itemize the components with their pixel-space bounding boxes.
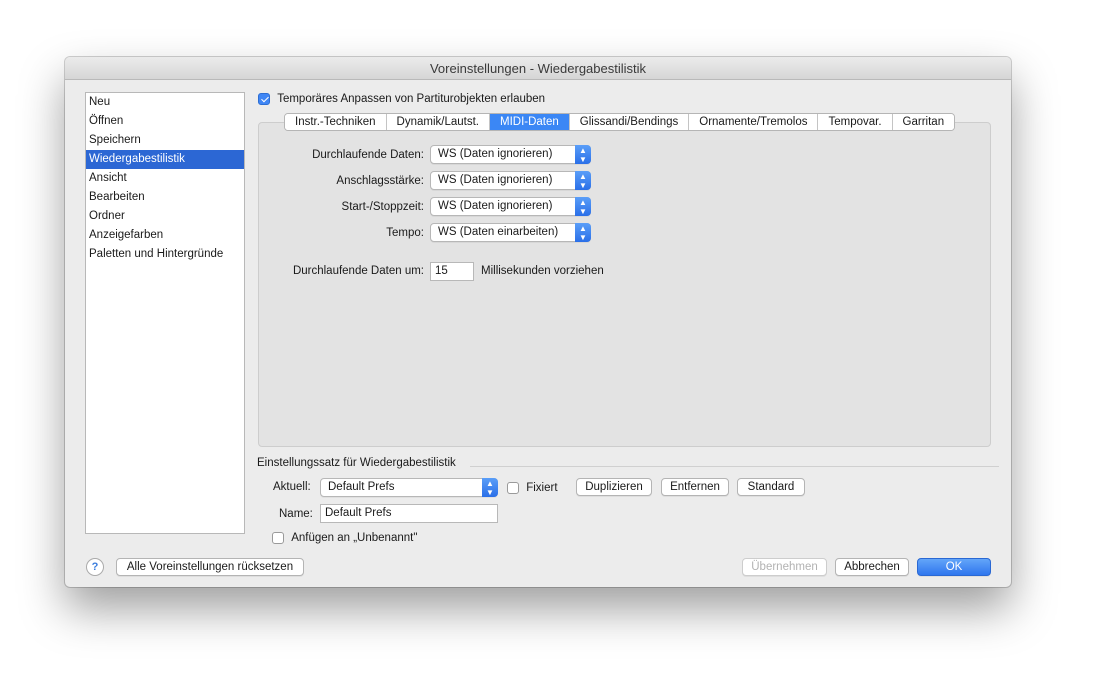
sidebar-item-speichern[interactable]: Speichern	[86, 131, 244, 150]
append-row[interactable]: Anfügen an „Unbenannt"	[272, 530, 417, 546]
tab-tempovar[interactable]: Tempovar.	[818, 114, 893, 130]
append-label: Anfügen an „Unbenannt"	[291, 532, 418, 544]
reset-all-button[interactable]: Alle Voreinstellungen rücksetzen	[116, 558, 304, 576]
sidebar-item-anzeigefarben[interactable]: Anzeigefarben	[86, 226, 244, 245]
velocity-value: WS (Daten ignorieren)	[438, 174, 553, 186]
fixed-label: Fixiert	[526, 482, 558, 494]
start-stop-label: Start-/Stoppzeit:	[341, 201, 424, 213]
preferences-window: Voreinstellungen - Wiedergabestilistik N…	[65, 57, 1011, 587]
start-stop-value: WS (Daten ignorieren)	[438, 200, 553, 212]
popup-arrows-icon: ▲ ▼	[575, 197, 591, 216]
preset-name-field[interactable]: Default Prefs	[320, 504, 498, 523]
advance-label: Durchlaufende Daten um:	[292, 265, 424, 277]
velocity-popup[interactable]: WS (Daten ignorieren) ▲ ▼	[430, 171, 591, 190]
preset-section-title: Einstellungssatz für Wiedergabestilistik	[257, 457, 456, 469]
tab-garritan[interactable]: Garritan	[892, 114, 955, 130]
category-list[interactable]: Neu Öffnen Speichern Wiedergabestilistik…	[85, 92, 245, 534]
tab-ornamente[interactable]: Ornamente/Tremolos	[689, 114, 819, 130]
fixed-row[interactable]: Fixiert	[507, 480, 558, 496]
current-label: Aktuell:	[273, 481, 311, 493]
temp-adjust-checkbox[interactable]	[258, 93, 270, 105]
apply-button[interactable]: Übernehmen	[742, 558, 827, 576]
popup-arrows-icon: ▲ ▼	[575, 145, 591, 164]
temp-adjust-row[interactable]: Temporäres Anpassen von Partiturobjekten…	[258, 91, 545, 107]
continuous-data-label: Durchlaufende Daten:	[312, 149, 424, 161]
sidebar-item-ansicht[interactable]: Ansicht	[86, 169, 244, 188]
tab-dynamik[interactable]: Dynamik/Lautst.	[386, 114, 490, 130]
name-label: Name:	[279, 508, 313, 520]
cancel-button[interactable]: Abbrechen	[835, 558, 909, 576]
sidebar-item-paletten[interactable]: Paletten und Hintergründe	[86, 245, 244, 264]
remove-button[interactable]: Entfernen	[661, 478, 729, 496]
window-title: Voreinstellungen - Wiedergabestilistik	[65, 57, 1011, 80]
tab-instr-techniken[interactable]: Instr.-Techniken	[285, 114, 387, 130]
tab-midi-daten[interactable]: MIDI-Daten	[490, 114, 570, 130]
fixed-checkbox[interactable]	[507, 482, 519, 494]
tempo-label: Tempo:	[386, 227, 424, 239]
section-divider	[470, 466, 999, 467]
current-preset-value: Default Prefs	[328, 481, 395, 493]
popup-arrows-icon: ▲ ▼	[575, 223, 591, 242]
duplicate-button[interactable]: Duplizieren	[576, 478, 652, 496]
sidebar-item-wiedergabestilistik[interactable]: Wiedergabestilistik	[86, 150, 244, 169]
advance-ms-field[interactable]: 15	[430, 262, 474, 281]
popup-arrows-icon: ▲ ▼	[575, 171, 591, 190]
continuous-data-value: WS (Daten ignorieren)	[438, 148, 553, 160]
tab-panel	[258, 122, 991, 447]
standard-button[interactable]: Standard	[737, 478, 805, 496]
tab-glissandi[interactable]: Glissandi/Bendings	[569, 114, 690, 130]
temp-adjust-label: Temporäres Anpassen von Partiturobjekten…	[277, 93, 546, 105]
sidebar-item-oeffnen[interactable]: Öffnen	[86, 112, 244, 131]
tab-bar: Instr.-Techniken Dynamik/Lautst. MIDI-Da…	[284, 113, 956, 131]
start-stop-popup[interactable]: WS (Daten ignorieren) ▲ ▼	[430, 197, 591, 216]
ok-button[interactable]: OK	[917, 558, 991, 576]
sidebar-item-neu[interactable]: Neu	[86, 93, 244, 112]
sidebar-item-bearbeiten[interactable]: Bearbeiten	[86, 188, 244, 207]
tempo-value: WS (Daten einarbeiten)	[438, 226, 559, 238]
append-checkbox[interactable]	[272, 532, 284, 544]
help-button[interactable]: ?	[86, 558, 104, 576]
sidebar-item-ordner[interactable]: Ordner	[86, 207, 244, 226]
tempo-popup[interactable]: WS (Daten einarbeiten) ▲ ▼	[430, 223, 591, 242]
velocity-label: Anschlagsstärke:	[336, 175, 424, 187]
popup-arrows-icon: ▲ ▼	[482, 478, 498, 497]
advance-unit-label: Millisekunden vorziehen	[481, 265, 604, 277]
continuous-data-popup[interactable]: WS (Daten ignorieren) ▲ ▼	[430, 145, 591, 164]
current-preset-popup[interactable]: Default Prefs ▲ ▼	[320, 478, 498, 497]
